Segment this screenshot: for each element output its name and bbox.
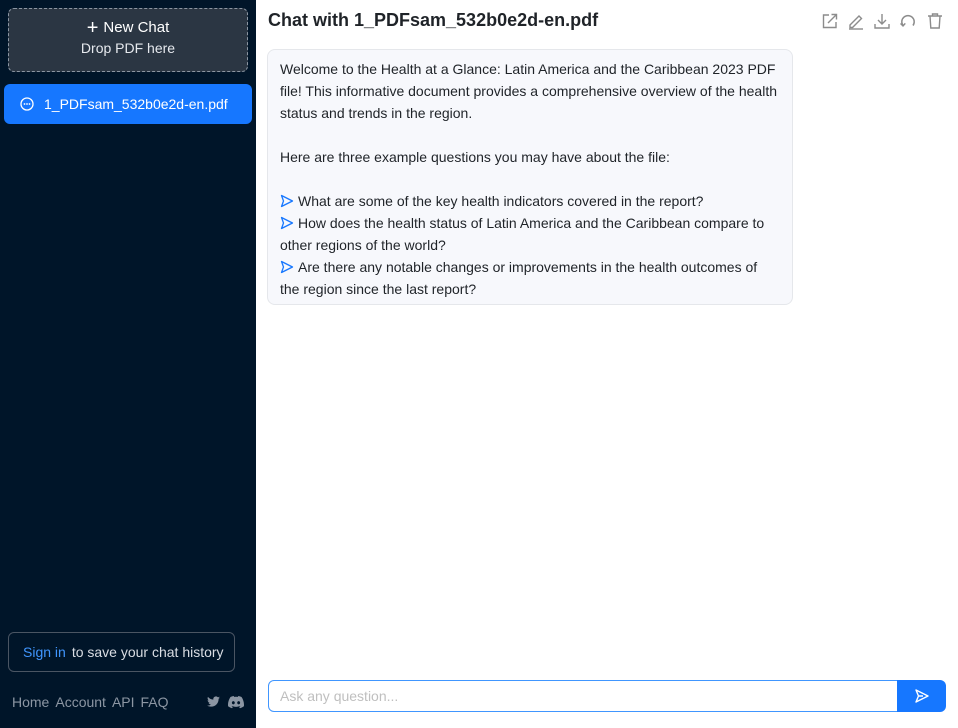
discord-icon[interactable] [228,695,244,709]
assistant-message: Welcome to the Health at a Glance: Latin… [267,49,793,305]
example-question-text: What are some of the key health indicato… [298,193,704,209]
footer-links: Home Account API FAQ [12,694,169,710]
plus-icon: + [86,16,99,39]
chat-list-item[interactable]: 1_PDFsam_532b0e2d-en.pdf [4,84,252,124]
refresh-icon[interactable] [899,12,917,30]
trash-icon[interactable] [926,12,944,30]
chat-bubble-icon [20,97,34,111]
drop-pdf-hint: Drop PDF here [80,40,176,56]
footer-link-faq[interactable]: FAQ [141,694,169,710]
signin-suffix: to save your chat history [71,644,224,660]
footer-link-api[interactable]: API [112,694,135,710]
page-title: Chat with 1_PDFsam_532b0e2d-en.pdf [268,10,599,30]
send-button[interactable] [897,680,946,712]
signin-prompt: Sign in to save your chat history [8,632,235,672]
new-chat-label: New Chat [103,19,170,36]
example-question-text: Are there any notable changes or improve… [280,259,758,297]
message-lead: Here are three example questions you may… [280,149,670,165]
question-input[interactable] [268,680,898,712]
example-question[interactable]: Are there any notable changes or improve… [280,256,780,300]
twitter-icon[interactable] [206,695,221,709]
send-arrow-icon [280,194,294,208]
message-intro: Welcome to the Health at a Glance: Latin… [280,61,777,121]
signin-link[interactable]: Sign in [23,644,66,660]
new-chat-dropzone[interactable]: + New Chat Drop PDF here [8,8,248,72]
example-question[interactable]: How does the health status of Latin Amer… [280,212,780,256]
chat-item-label: 1_PDFsam_532b0e2d-en.pdf [44,96,228,112]
example-question[interactable]: What are some of the key health indicato… [280,190,780,212]
sidebar: + New Chat Drop PDF here 1_PDFsam_532b0e… [0,0,256,728]
edit-icon[interactable] [847,12,865,30]
example-question-text: How does the health status of Latin Amer… [280,215,765,253]
send-arrow-icon [280,216,294,230]
share-icon[interactable] [821,12,839,30]
footer-link-account[interactable]: Account [55,694,106,710]
send-icon [914,689,929,703]
send-arrow-icon [280,260,294,274]
footer-link-home[interactable]: Home [12,694,49,710]
download-icon[interactable] [873,12,891,30]
